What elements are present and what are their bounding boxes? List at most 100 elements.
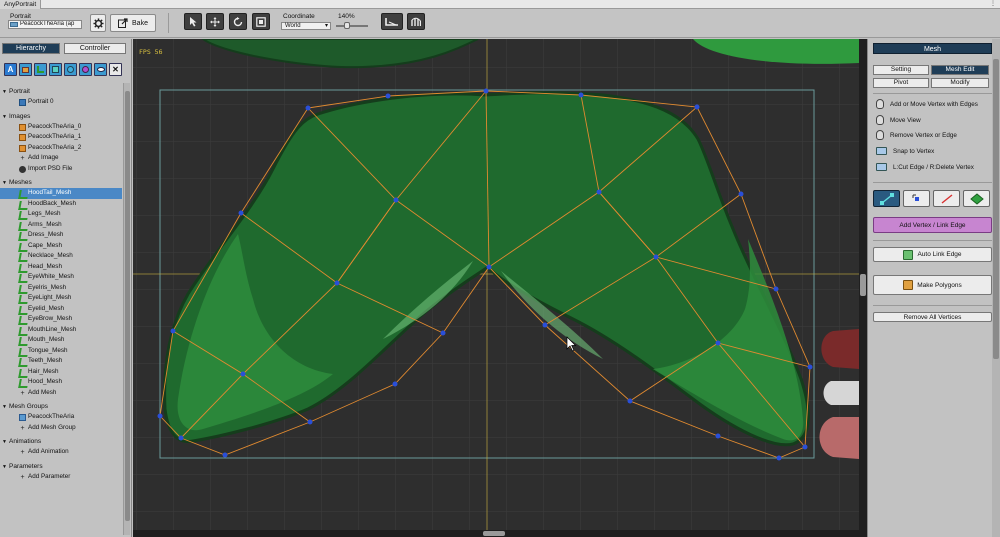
vertex [385, 93, 391, 99]
tree-section-header[interactable]: Meshes [0, 178, 122, 188]
auto-link-edge-button[interactable]: Auto Link Edge [873, 247, 992, 262]
tree-item-label: PeacockTheAria [28, 413, 75, 420]
mesh-viewport[interactable]: FPS 56 [133, 39, 859, 530]
physics-tool-button[interactable] [407, 13, 425, 30]
mesh-icon [19, 232, 26, 239]
tree-item[interactable]: HoodTail_Mesh [0, 188, 122, 199]
tab-hierarchy[interactable]: Hierarchy [2, 43, 60, 54]
window-menu-icon[interactable]: ⋮ [990, 1, 996, 7]
tree-item[interactable]: PeacockTheAria_2 [0, 143, 122, 154]
tree-item[interactable]: Import PSD File [0, 164, 122, 175]
tree-item-label: EyeIris_Mesh [28, 283, 67, 291]
tab-pivot[interactable]: Pivot [873, 78, 929, 88]
filter-visibility-button[interactable] [94, 63, 107, 76]
coordinate-select[interactable]: World [281, 22, 331, 30]
tree-item-label: EyeWhite_Mesh [28, 273, 74, 280]
tree-section-header[interactable]: Images [0, 112, 122, 122]
tree-item[interactable]: PeacockTheAria_1 [0, 132, 122, 143]
viewport-canvas[interactable] [133, 39, 859, 530]
portrait-select[interactable]: PeacockTheAria (ap [8, 20, 82, 29]
filter-image-button[interactable] [19, 63, 32, 76]
scale-tool-button[interactable] [252, 13, 270, 30]
right-panel-scrollbar[interactable] [992, 39, 1000, 537]
tree-item[interactable]: EyeIris_Mesh [0, 283, 122, 294]
tree-item[interactable]: + Add Image [0, 153, 122, 164]
tree-item[interactable]: PeacockTheAria_0 [0, 122, 122, 133]
image-icon [19, 144, 26, 152]
tree-item[interactable]: EyeWhite_Mesh [0, 272, 122, 283]
tree-item[interactable]: Dress_Mesh [0, 230, 122, 241]
tree-item[interactable]: + Add Animation [0, 447, 122, 458]
mesh-icon [19, 253, 26, 260]
zoom-slider[interactable] [336, 25, 368, 27]
tree-item[interactable]: Tongue_Mesh [0, 346, 122, 357]
link-edge-tool-button[interactable] [873, 190, 900, 207]
make-polygons-button[interactable]: Make Polygons [873, 275, 992, 295]
tree-item[interactable]: Necklace_Mesh [0, 251, 122, 262]
tab-modify[interactable]: Modify [931, 78, 989, 88]
tree-item-label: Cape_Mesh [28, 241, 62, 249]
tree-item[interactable]: Hair_Mesh [0, 367, 122, 378]
tree-item[interactable]: Portrait 0 [0, 97, 122, 108]
tree-item[interactable]: Mouth_Mesh [0, 335, 122, 346]
settings-button[interactable] [90, 14, 106, 32]
tree-item[interactable]: Cape_Mesh [0, 241, 122, 252]
tree-item[interactable]: + Add Parameter [0, 472, 122, 483]
tab-mesh-edit[interactable]: Mesh Edit [931, 65, 989, 75]
viewport-horizontal-scrollbar-thumb[interactable] [483, 531, 505, 536]
mesh-icon [19, 379, 26, 386]
filter-clear-button[interactable]: ✕ [109, 63, 122, 76]
tree-item[interactable]: MouthLine_Mesh [0, 325, 122, 336]
tree-item[interactable]: + Add Mesh [0, 388, 122, 399]
tree-item[interactable]: HoodBack_Mesh [0, 199, 122, 210]
hierarchy-scrollbar[interactable] [123, 83, 130, 535]
window-tab[interactable]: AnyPortrait [0, 0, 42, 9]
tree-item-label: Legs_Mesh [28, 210, 61, 217]
move-tool-button[interactable] [206, 13, 224, 30]
divider [873, 182, 992, 183]
zoom-slider-knob[interactable] [344, 22, 350, 29]
vertex [393, 197, 399, 203]
tree-section-header[interactable]: Animations [0, 437, 122, 447]
tree-item[interactable]: EyeLight_Mesh [0, 293, 122, 304]
remove-all-vertices-button[interactable]: Remove All Vertices [873, 312, 992, 322]
edge-tool-button[interactable] [933, 190, 960, 207]
tree-item[interactable]: Legs_Mesh [0, 209, 122, 220]
viewport-vertical-scrollbar-thumb[interactable] [860, 274, 866, 296]
right-panel-scrollbar-thumb[interactable] [993, 59, 999, 359]
mesh-icon [19, 211, 26, 218]
tab-controller[interactable]: Controller [64, 43, 126, 54]
tree-item[interactable]: PeacockTheAria [0, 412, 122, 423]
tree-item[interactable]: Arms_Mesh [0, 220, 122, 231]
filter-animation-button[interactable] [64, 63, 77, 76]
hierarchy-scrollbar-thumb[interactable] [125, 91, 130, 521]
filter-all-button[interactable]: A [4, 63, 17, 76]
tab-setting[interactable]: Setting [873, 65, 929, 75]
tree-item[interactable]: Teeth_Mesh [0, 356, 122, 367]
viewport-vertical-scrollbar[interactable] [859, 39, 867, 537]
bone-tool-button[interactable] [381, 13, 403, 30]
tree-item[interactable]: Eyelid_Mesh [0, 304, 122, 315]
tree-item[interactable]: Hood_Mesh [0, 377, 122, 388]
hint-label: Add or Move Vertex with Edges [890, 100, 978, 108]
polygon-tool-button[interactable] [963, 190, 990, 207]
bake-button[interactable]: Bake [110, 14, 156, 32]
viewport-horizontal-scrollbar[interactable] [133, 530, 859, 537]
tree-section-header[interactable]: Mesh Groups [0, 402, 122, 412]
tree-item[interactable]: + Add Mesh Group [0, 423, 122, 434]
select-tool-button[interactable] [184, 13, 202, 30]
rotate-tool-button[interactable] [229, 13, 247, 30]
add-vertex-link-edge-button[interactable]: Add Vertex / Link Edge [873, 217, 992, 233]
physics-icon [411, 17, 421, 26]
hint-label: Move View [890, 116, 921, 124]
tree-section-header[interactable]: Portrait [0, 87, 122, 97]
vertex-tool-button[interactable] [903, 190, 930, 207]
filter-mesh-button[interactable] [34, 63, 47, 76]
vertex [240, 371, 246, 377]
tree-item-label: Mouth_Mesh [28, 336, 65, 343]
filter-meshgroup-button[interactable] [49, 63, 62, 76]
tree-item[interactable]: Head_Mesh [0, 262, 122, 273]
tree-item[interactable]: EyeBrow_Mesh [0, 314, 122, 325]
tree-section-header[interactable]: Parameters [0, 462, 122, 472]
filter-parameter-button[interactable] [79, 63, 92, 76]
